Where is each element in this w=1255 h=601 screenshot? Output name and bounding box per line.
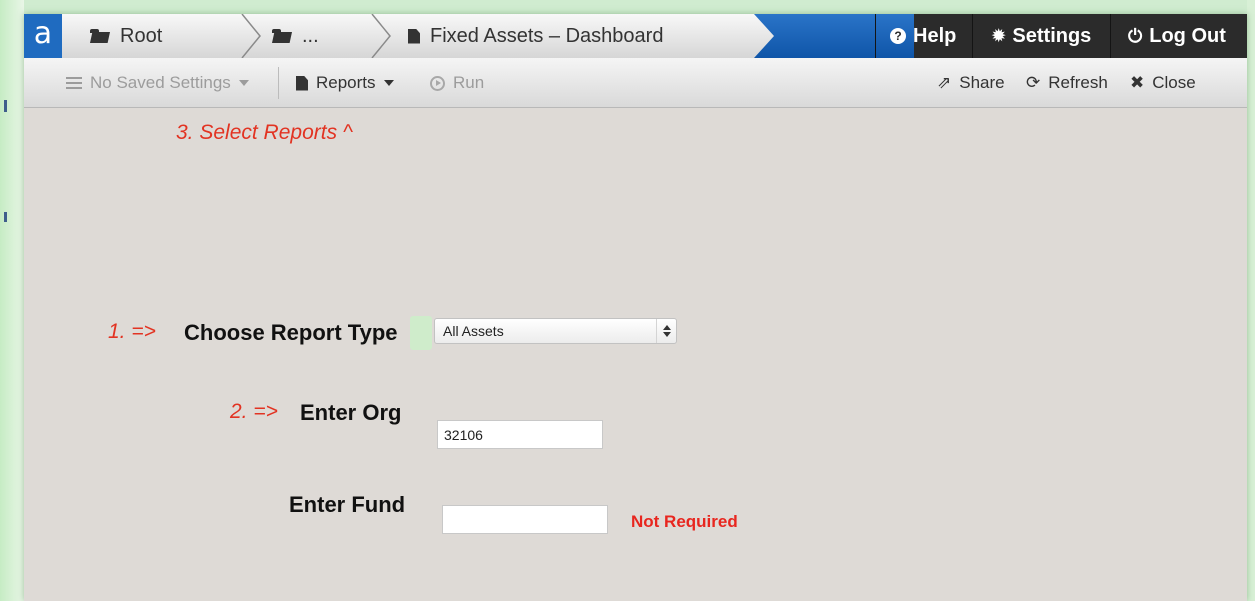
saved-settings-label: No Saved Settings xyxy=(90,73,231,92)
divider xyxy=(1110,14,1111,58)
toolbar: No Saved Settings Reports Run ⇗ Share ⟳ … xyxy=(24,58,1247,108)
report-type-select[interactable]: All Assets xyxy=(434,318,677,344)
share-icon: ⇗ xyxy=(937,73,952,93)
divider xyxy=(972,14,973,58)
close-icon: ✖ xyxy=(1130,73,1145,93)
breadcrumb-separator xyxy=(238,14,264,58)
chevron-down-icon xyxy=(383,80,394,86)
close-button[interactable]: ✖ Close xyxy=(1130,58,1196,108)
settings-label: Settings xyxy=(1012,24,1092,47)
help-button[interactable]: ? Help xyxy=(890,14,956,58)
logout-button[interactable]: ⏻ Log Out xyxy=(1128,14,1226,58)
divider xyxy=(278,67,279,99)
refresh-button[interactable]: ⟳ Refresh xyxy=(1026,58,1108,108)
background-artifact xyxy=(4,100,7,112)
run-button[interactable]: Run xyxy=(430,58,484,108)
fund-label: Enter Fund xyxy=(289,492,406,517)
help-label: Help xyxy=(913,24,957,47)
folder-icon xyxy=(272,29,292,43)
background-artifact xyxy=(4,212,7,222)
breadcrumb-separator xyxy=(368,14,394,58)
file-icon xyxy=(296,75,308,91)
logout-label: Log Out xyxy=(1149,24,1226,47)
highlight-marker xyxy=(410,316,432,350)
breadcrumb-label: Root xyxy=(120,24,163,47)
share-button[interactable]: ⇗ Share xyxy=(937,58,1005,108)
saved-settings-dropdown[interactable]: No Saved Settings xyxy=(66,58,249,108)
question-circle-icon: ? xyxy=(890,28,906,44)
fund-not-required-note: Not Required xyxy=(631,512,738,531)
breadcrumb: Root ... Fixed Assets – Dashboard xyxy=(62,14,914,58)
annotation-step-3: 3. Select Reports ^ xyxy=(176,121,353,144)
share-label: Share xyxy=(959,73,1005,92)
reports-dropdown[interactable]: Reports xyxy=(296,58,394,108)
breadcrumb-root[interactable]: Root xyxy=(90,14,162,58)
reports-label: Reports xyxy=(316,73,376,92)
gear-icon: ✹ xyxy=(992,28,1006,45)
outer-glow-top xyxy=(0,0,1255,12)
org-input[interactable] xyxy=(437,420,603,449)
refresh-icon: ⟳ xyxy=(1026,73,1041,93)
power-icon: ⏻ xyxy=(1128,25,1143,47)
breadcrumb-current[interactable]: Fixed Assets – Dashboard xyxy=(408,14,663,58)
top-bar: a Root ... Fixed Assets – Dashboard ? He… xyxy=(24,14,1247,58)
org-label: Enter Org xyxy=(300,400,402,425)
run-label: Run xyxy=(453,73,485,92)
divider xyxy=(875,14,876,58)
annotation-step-2: 2. => xyxy=(230,400,278,423)
file-icon xyxy=(408,28,420,44)
breadcrumb-label: Fixed Assets – Dashboard xyxy=(430,24,664,47)
list-icon xyxy=(66,77,82,89)
folder-icon xyxy=(90,29,110,43)
select-arrows-icon xyxy=(656,319,676,343)
breadcrumb-label: ... xyxy=(302,24,319,47)
report-type-label: Choose Report Type xyxy=(184,320,398,345)
play-circle-icon xyxy=(430,75,445,91)
breadcrumb-ellipsis[interactable]: ... xyxy=(272,14,319,58)
dashboard-content: 3. Select Reports ^ 1. => Choose Report … xyxy=(24,109,1247,601)
close-label: Close xyxy=(1152,73,1196,92)
settings-button[interactable]: ✹ Settings xyxy=(992,14,1091,58)
refresh-label: Refresh xyxy=(1048,73,1108,92)
annotation-step-1: 1. => xyxy=(108,320,156,343)
report-type-selected: All Assets xyxy=(443,323,504,339)
app-window: a Root ... Fixed Assets – Dashboard ? He… xyxy=(24,14,1247,601)
outer-glow-right xyxy=(1247,0,1255,601)
fund-input[interactable] xyxy=(442,505,608,534)
chevron-down-icon xyxy=(238,80,249,86)
app-logo[interactable]: a xyxy=(24,14,62,58)
outer-glow-left xyxy=(0,0,24,601)
